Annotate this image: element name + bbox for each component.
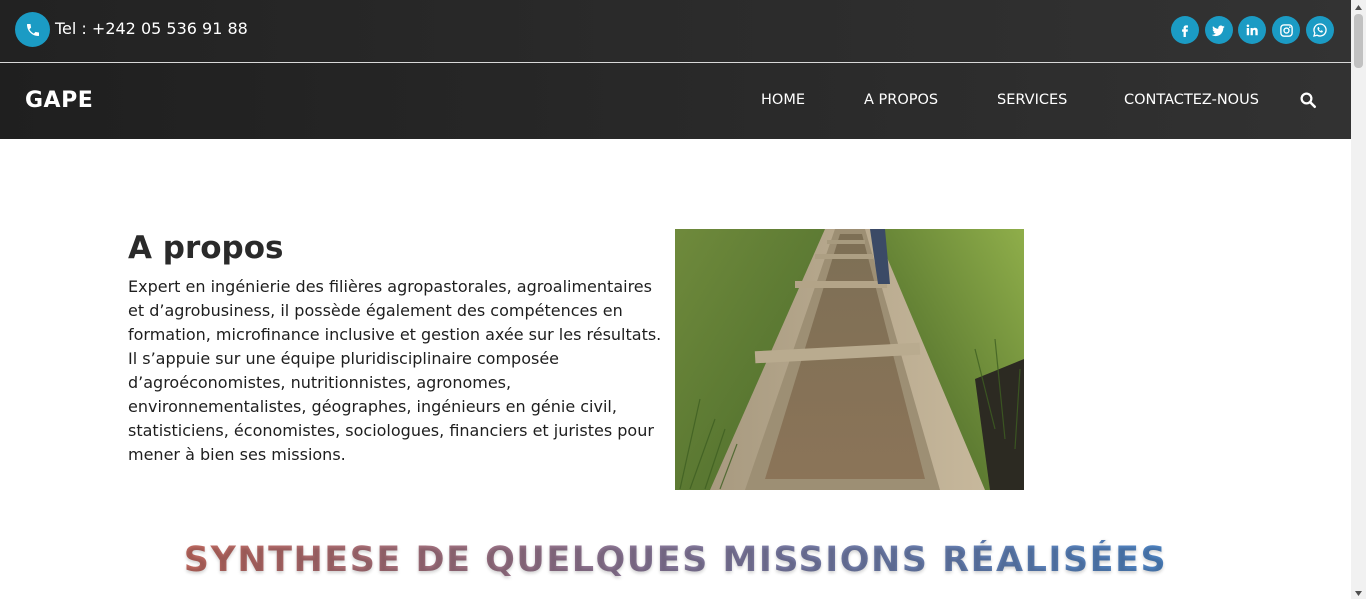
nav-services[interactable]: SERVICES xyxy=(997,91,1067,109)
about-title: A propos xyxy=(128,230,284,266)
whatsapp-icon[interactable] xyxy=(1305,16,1334,44)
about-description: Expert en ingénierie des filières agropa… xyxy=(128,277,662,464)
missions-section-title-text: SYNTHESE DE QUELQUES MISSIONS RÉALISÉES xyxy=(183,540,1168,580)
scroll-up-arrow-icon[interactable] xyxy=(1351,0,1366,14)
phone-icon[interactable] xyxy=(15,12,50,47)
nav-a-propos[interactable]: A PROPOS xyxy=(864,91,938,109)
scroll-down-arrow-icon[interactable] xyxy=(1351,585,1366,599)
missions-section-title: SYNTHESE DE QUELQUES MISSIONS RÉALISÉES xyxy=(0,538,1351,582)
search-icon[interactable] xyxy=(1299,91,1317,109)
twitter-icon[interactable] xyxy=(1204,16,1233,44)
nav-home[interactable]: HOME xyxy=(761,91,805,109)
nav-contactez-nous[interactable]: CONTACTEZ-NOUS xyxy=(1124,91,1259,109)
page-scrollbar[interactable] xyxy=(1351,0,1366,599)
scrollbar-thumb[interactable] xyxy=(1354,14,1363,68)
top-contact-bar: Tel : +242 05 536 91 88 xyxy=(0,0,1351,62)
irrigation-canal-photo xyxy=(675,229,1024,490)
main-navbar: GAPE HOME A PROPOS SERVICES CONTACTEZ-NO… xyxy=(0,63,1351,139)
linkedin-icon[interactable] xyxy=(1238,16,1267,44)
phone-number[interactable]: Tel : +242 05 536 91 88 xyxy=(55,19,248,39)
instagram-icon[interactable] xyxy=(1272,16,1301,44)
social-links xyxy=(1171,16,1334,44)
facebook-icon[interactable] xyxy=(1171,16,1199,44)
page: Tel : +242 05 536 91 88 GAPE HOME A PROP… xyxy=(0,0,1366,599)
site-logo[interactable]: GAPE xyxy=(25,88,93,114)
